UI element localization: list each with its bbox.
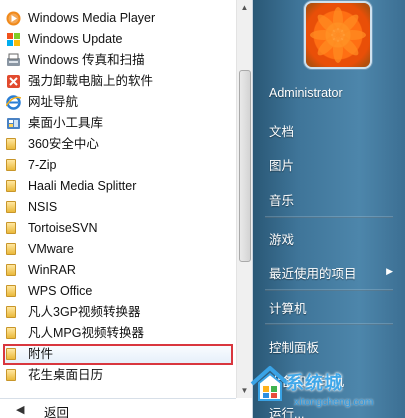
menu-music[interactable]: 音乐	[269, 190, 294, 208]
program-label: 7-Zip	[28, 158, 57, 172]
program-label: Windows Media Player	[28, 11, 156, 25]
program-label: 网址导航	[28, 95, 79, 109]
watermark-brand: 系统城	[286, 373, 343, 394]
program-label: VMware	[28, 242, 74, 256]
prog-windows-update[interactable]: Windows Update	[0, 29, 236, 50]
folder-3gp-converter[interactable]: 凡人3GP视频转换器	[0, 302, 236, 323]
user-avatar[interactable]	[306, 3, 370, 67]
folder-desktop-calendar[interactable]: 花生桌面日历	[0, 365, 236, 386]
folder-icon	[6, 138, 16, 150]
program-label: Windows Update	[28, 32, 123, 46]
scroll-up-icon[interactable]: ▲	[237, 0, 252, 15]
menu-separator	[265, 216, 393, 218]
folder-icon	[6, 285, 16, 297]
program-label: 桌面小工具库	[28, 116, 104, 130]
menu-recent-items[interactable]: 最近使用的项目	[269, 263, 393, 281]
program-label: 花生桌面日历	[28, 368, 104, 382]
menu-games[interactable]: 游戏	[269, 229, 294, 247]
program-label: 凡人MPG视频转换器	[28, 326, 144, 340]
program-label: NSIS	[28, 200, 58, 214]
folder-tortoisesvn[interactable]: TortoiseSVN	[0, 218, 236, 239]
menu-recent-items-label: 最近使用的项目	[269, 267, 357, 281]
program-label: Windows 传真和扫描	[28, 53, 145, 67]
program-label: WPS Office	[28, 284, 93, 298]
folder-icon	[6, 264, 16, 276]
program-label: 附件	[28, 347, 54, 361]
prog-windows-fax-scan[interactable]: Windows 传真和扫描	[0, 50, 236, 71]
back-button[interactable]: ◀ 返回	[0, 398, 236, 418]
uninstall-icon	[6, 74, 21, 89]
folder-icon	[6, 348, 16, 360]
folder-winrar[interactable]: WinRAR	[0, 260, 236, 281]
gadgets-icon	[6, 116, 21, 131]
folder-mpg-converter[interactable]: 凡人MPG视频转换器	[0, 323, 236, 344]
program-label: TortoiseSVN	[28, 221, 98, 235]
prog-url-navigation[interactable]: 网址导航	[0, 92, 236, 113]
menu-pictures[interactable]: 图片	[269, 155, 294, 173]
folder-vmware[interactable]: VMware	[0, 239, 236, 260]
program-label: WinRAR	[28, 263, 76, 277]
windows-update-icon	[6, 32, 21, 47]
folder-7zip[interactable]: 7-Zip	[0, 155, 236, 176]
folder-icon	[6, 159, 16, 171]
menu-separator	[265, 323, 393, 325]
media-player-icon	[6, 11, 21, 26]
folder-wps-office[interactable]: WPS Office	[0, 281, 236, 302]
menu-separator	[265, 289, 393, 291]
programs-list: Windows Media Player Windows Update Window…	[0, 8, 236, 386]
submenu-arrow-icon: ▶	[386, 266, 393, 276]
prog-desktop-gadgets[interactable]: 桌面小工具库	[0, 113, 236, 134]
folder-icon	[6, 180, 16, 192]
folder-icon	[6, 222, 16, 234]
back-arrow-icon: ◀	[16, 404, 25, 416]
program-label: 强力卸载电脑上的软件	[28, 74, 154, 88]
folder-icon	[6, 201, 16, 213]
prog-windows-media-player[interactable]: Windows Media Player	[0, 8, 236, 29]
folder-icon	[6, 243, 16, 255]
folder-accessories[interactable]: 附件	[3, 344, 233, 365]
folder-360-security[interactable]: 360安全中心	[0, 134, 236, 155]
folder-icon	[6, 327, 16, 339]
folder-icon	[6, 306, 16, 318]
ie-icon	[5, 95, 22, 110]
prog-uninstall-tool[interactable]: 强力卸载电脑上的软件	[0, 71, 236, 92]
menu-computer[interactable]: 计算机	[269, 298, 307, 316]
watermark-logo: 系统城 xitongcheng.com	[248, 352, 405, 418]
folder-icon	[6, 369, 16, 381]
scroll-thumb[interactable]	[239, 70, 251, 262]
programs-scrollbar[interactable]: ▲ ▼	[236, 0, 252, 398]
programs-pane: Windows Media Player Windows Update Window…	[0, 0, 253, 418]
folder-haali[interactable]: Haali Media Splitter	[0, 176, 236, 197]
program-label: 凡人3GP视频转换器	[28, 305, 141, 319]
watermark-url: xitongcheng.com	[294, 396, 374, 408]
fax-scan-icon	[6, 53, 21, 68]
program-label: 360安全中心	[28, 137, 99, 151]
back-label: 返回	[44, 406, 70, 418]
folder-nsis[interactable]: NSIS	[0, 197, 236, 218]
menu-documents[interactable]: 文档	[269, 121, 294, 139]
menu-username[interactable]: Administrator	[269, 86, 343, 104]
program-label: Haali Media Splitter	[28, 179, 137, 193]
